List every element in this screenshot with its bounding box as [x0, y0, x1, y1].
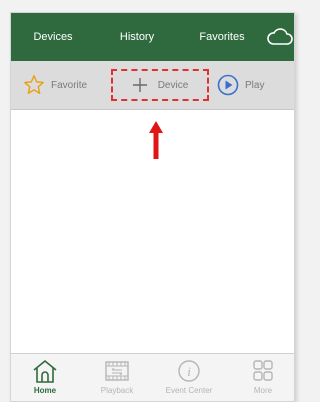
nav-playback[interactable]: Playback [89, 358, 145, 400]
svg-text:i: i [187, 364, 191, 379]
app-window: Devices History Favorites Favorite Devic… [10, 12, 295, 402]
nav-home-label: Home [33, 386, 57, 395]
cloud-icon[interactable] [267, 28, 293, 46]
home-icon [33, 359, 57, 383]
nav-event-center-label: Event Center [165, 386, 213, 395]
favorite-button[interactable]: Favorite [23, 61, 87, 109]
play-icon [217, 74, 239, 96]
nav-more[interactable]: More [235, 358, 291, 400]
device-toolbar: Favorite Device Play [11, 61, 294, 110]
tab-devices[interactable]: Devices [23, 13, 83, 61]
tab-favorites[interactable]: Favorites [187, 13, 257, 61]
nav-home[interactable]: Home [17, 358, 73, 400]
info-icon: i [178, 360, 200, 382]
device-label: Device [157, 79, 189, 91]
grid-icon [253, 360, 273, 381]
plus-icon [132, 78, 147, 92]
add-device-button[interactable]: Device [111, 69, 209, 101]
film-icon [105, 361, 129, 381]
favorite-label: Favorite [51, 79, 88, 91]
top-tab-bar: Devices History Favorites [11, 13, 294, 61]
star-icon [24, 75, 44, 94]
play-button[interactable]: Play [217, 61, 264, 109]
nav-playback-label: Playback [100, 386, 134, 395]
nav-event-center[interactable]: i Event Center [161, 358, 217, 400]
pointer-arrow-icon [149, 121, 163, 159]
tab-history[interactable]: History [107, 13, 167, 61]
nav-more-label: More [253, 386, 273, 395]
play-label: Play [245, 79, 265, 91]
bottom-navigation: Home Playback i Event Center More [11, 353, 294, 401]
